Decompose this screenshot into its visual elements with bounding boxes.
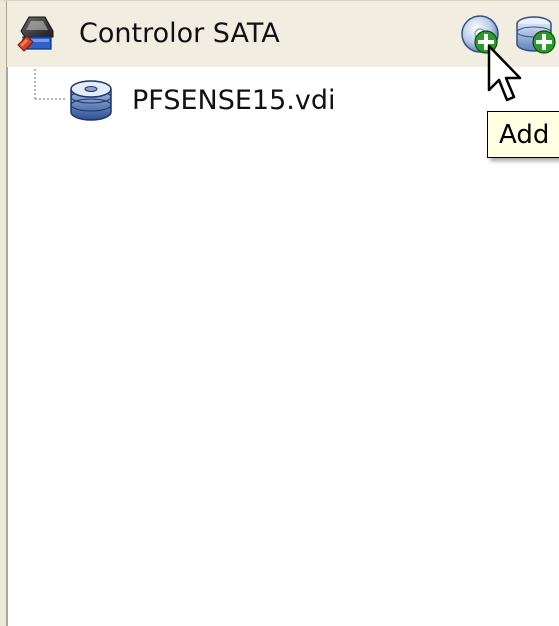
controller-label: Controlor SATA — [79, 18, 280, 49]
add-optical-drive-icon[interactable] — [459, 14, 503, 58]
tooltip-text: Add — [499, 120, 550, 150]
controller-row-sata[interactable]: Controlor SATA — [7, 1, 559, 67]
tree-connector-line — [34, 69, 67, 100]
add-hard-disk-icon[interactable] — [514, 14, 559, 58]
attachment-label: PFSENSE15.vdi — [132, 85, 336, 116]
storage-tree-panel: Controlor SATA PFSENSE15.vdi — [0, 0, 559, 626]
tooltip: Add — [487, 111, 559, 158]
hard-disk-icon — [70, 80, 112, 121]
sata-controller-icon — [17, 16, 54, 52]
attachment-item[interactable]: PFSENSE15.vdi — [67, 77, 467, 123]
